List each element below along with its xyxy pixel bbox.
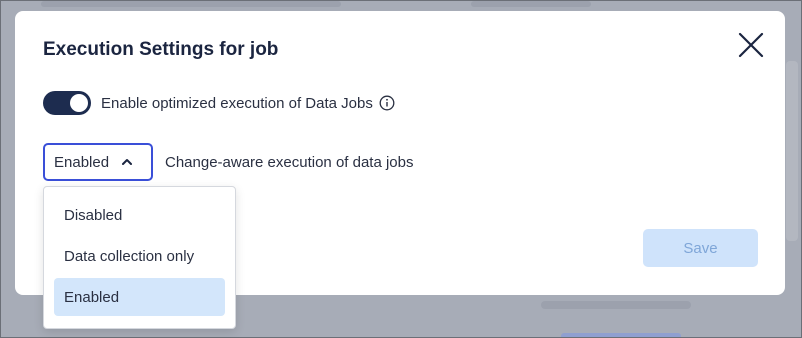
change-aware-select[interactable]: Enabled xyxy=(43,143,153,181)
modal-title: Execution Settings for job xyxy=(43,39,279,60)
background-content xyxy=(471,1,591,7)
background-content xyxy=(41,1,341,7)
optimized-execution-row: Enable optimized execution of Data Jobs xyxy=(43,91,395,115)
info-icon[interactable] xyxy=(379,95,395,111)
option-disabled[interactable]: Disabled xyxy=(54,196,225,234)
background-content xyxy=(561,333,681,337)
save-button[interactable]: Save xyxy=(643,229,758,267)
chevron-up-icon xyxy=(122,159,133,165)
optimized-execution-toggle[interactable] xyxy=(43,91,91,115)
close-icon xyxy=(738,32,764,58)
toggle-knob xyxy=(70,94,88,112)
toggle-label: Enable optimized execution of Data Jobs xyxy=(101,94,373,112)
option-data-collection-only[interactable]: Data collection only xyxy=(54,237,225,275)
select-value: Enabled xyxy=(54,153,110,171)
change-aware-dropdown: Disabled Data collection only Enabled xyxy=(43,186,236,329)
close-button[interactable] xyxy=(737,31,765,59)
change-aware-row: Enabled Change-aware execution of data j… xyxy=(43,143,414,181)
background-content xyxy=(541,301,691,309)
option-enabled[interactable]: Enabled xyxy=(54,278,225,316)
background-content xyxy=(786,61,798,241)
select-label: Change-aware execution of data jobs xyxy=(165,153,414,171)
